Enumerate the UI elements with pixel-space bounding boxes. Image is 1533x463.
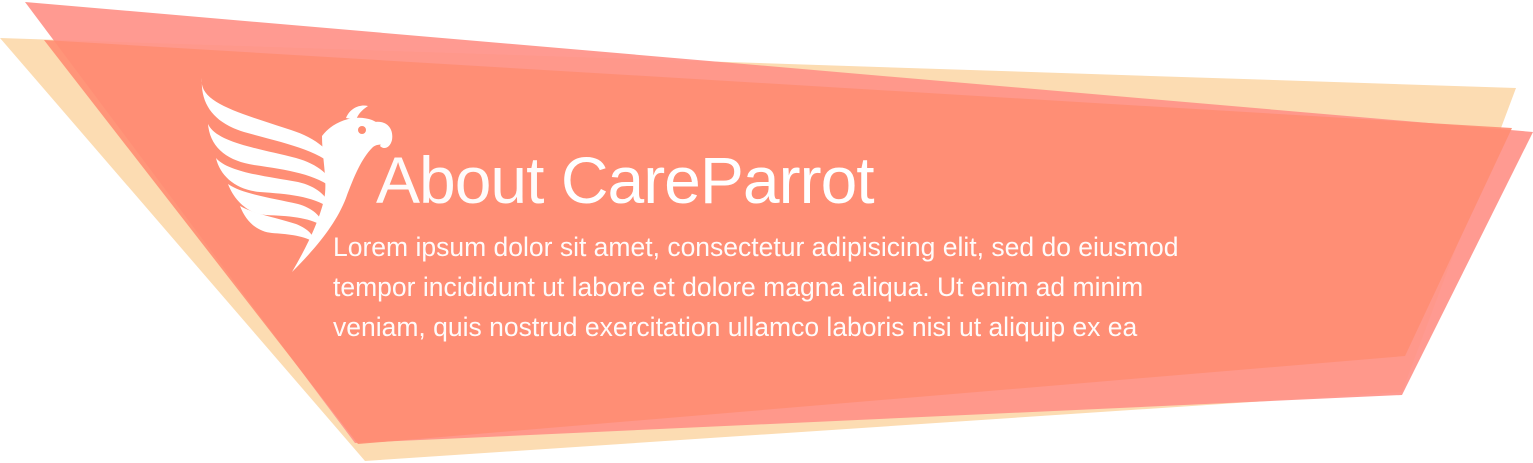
title-brand: CareParrot [560, 143, 875, 217]
about-banner: About CareParrot Lorem ipsum dolor sit a… [0, 0, 1533, 463]
about-description: Lorem ipsum dolor sit amet, consectetur … [333, 227, 1363, 347]
page-title: About CareParrot [376, 138, 875, 222]
description-line: tempor incididunt ut labore et dolore ma… [333, 272, 1144, 302]
parrot-eye-icon [358, 126, 366, 134]
title-prefix: About [376, 143, 544, 217]
description-line: Lorem ipsum dolor sit amet, consectetur … [333, 232, 1179, 262]
description-line: veniam, quis nostrud exercitation ullamc… [333, 312, 1138, 342]
